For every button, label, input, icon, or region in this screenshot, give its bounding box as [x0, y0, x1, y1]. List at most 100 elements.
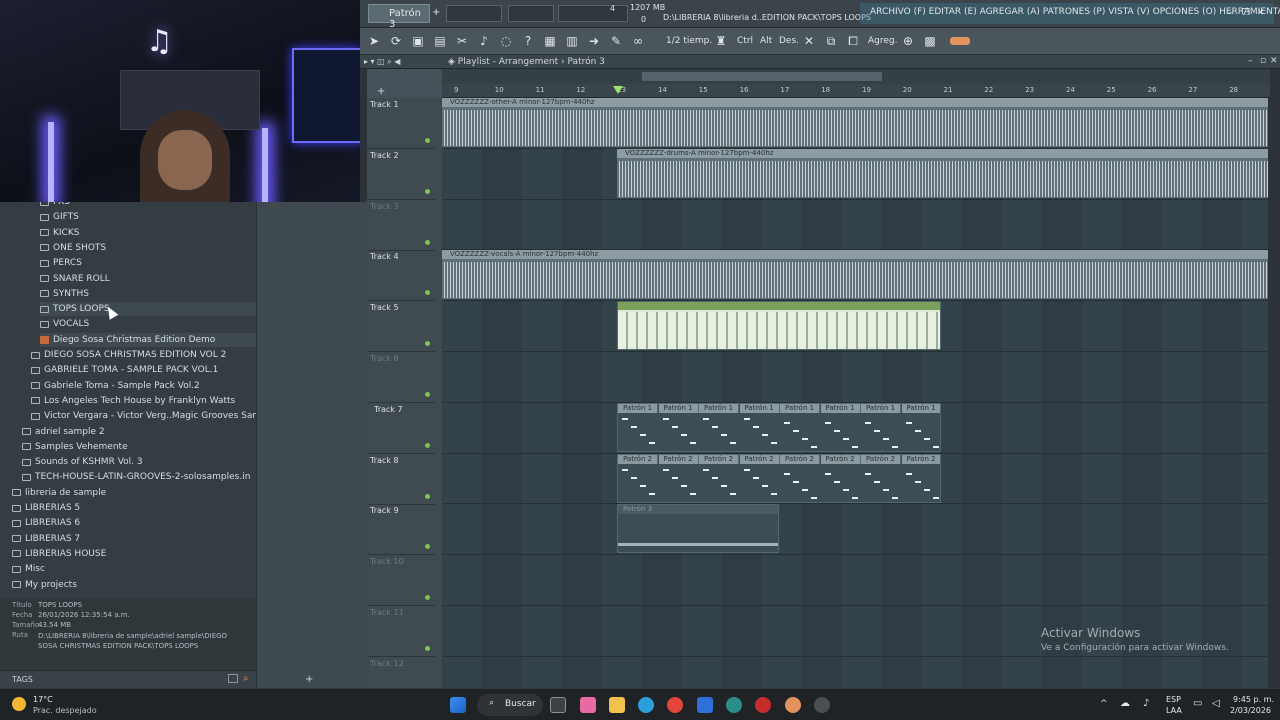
fl-studio-icon[interactable]: [785, 697, 801, 713]
track-header[interactable]: Track 5: [367, 301, 435, 353]
main-menu[interactable]: ARCHIVO (F) EDITAR (E) AGREGAR (A) PATRO…: [870, 7, 1280, 17]
track-header[interactable]: Track 3: [367, 200, 435, 251]
audio-clip[interactable]: VOZZZZZZ-drums-A minor-127bpm-440hz: [617, 149, 1268, 198]
browser-item[interactable]: Samples Vehemente: [22, 440, 128, 454]
browser-item[interactable]: LIBRERIAS 5: [12, 501, 80, 515]
pattern-clip[interactable]: Patrón 1 Patrón 1 Patrón 1 Patrón 1 Patrón 1…: [617, 403, 941, 452]
restore-icon[interactable]: ❐: [1242, 8, 1252, 18]
track-header[interactable]: Track 4: [367, 250, 435, 302]
browser-item[interactable]: SNARE ROLL: [40, 272, 110, 286]
track-header[interactable]: Track 6: [367, 352, 435, 403]
language-region[interactable]: LAA: [1166, 706, 1182, 715]
track-mute-led[interactable]: [425, 290, 430, 296]
horizontal-scrollbar[interactable]: [442, 69, 1270, 84]
playlist-grid[interactable]: VOZZZZZZ-other-A minor-127bpm-440hz VOZZZ…: [442, 98, 1268, 708]
alt-button[interactable]: Alt: [760, 36, 772, 46]
browser-item[interactable]: LIBRERIAS 6: [12, 516, 80, 530]
track-mute-led[interactable]: [425, 493, 430, 499]
mixer-icon[interactable]: ▩: [921, 32, 939, 50]
playhead-marker[interactable]: [613, 86, 623, 94]
loop-icon[interactable]: ⟳: [387, 32, 405, 50]
pattern-clip[interactable]: Patrón 2 Patrón 2 Patrón 2 Patrón 2 Patrón 2…: [617, 454, 941, 503]
clock-date[interactable]: 2/03/2026: [1230, 706, 1271, 715]
save-icon[interactable]: ▣: [409, 32, 427, 50]
track-header[interactable]: Track 11: [367, 606, 435, 657]
master-volume-slider[interactable]: [446, 5, 502, 22]
browser-item[interactable]: DIEGO SOSA CHRISTMAS EDITION VOL 2: [31, 348, 226, 362]
browser-item[interactable]: Misc: [12, 562, 45, 576]
chat-icon[interactable]: ◌: [497, 32, 515, 50]
file-explorer-icon[interactable]: [609, 697, 625, 713]
help-icon[interactable]: ?: [519, 32, 537, 50]
browser-item[interactable]: LIBRERIAS HOUSE: [12, 547, 106, 561]
app-icon[interactable]: [580, 697, 596, 713]
app-icon[interactable]: [755, 697, 771, 713]
save-as-icon[interactable]: ▤: [431, 32, 449, 50]
channel-rack-icon[interactable]: ▦: [541, 32, 559, 50]
delete-icon[interactable]: ✕: [800, 32, 818, 50]
track-header[interactable]: Track 8: [367, 454, 435, 505]
search-icon[interactable]: ⌕: [243, 673, 249, 684]
ctrl-button[interactable]: Ctrl: [737, 36, 753, 46]
close-icon[interactable]: ✕: [1257, 8, 1267, 18]
task-view-icon[interactable]: [550, 697, 566, 713]
browser-item[interactable]: ONE SHOTS: [40, 241, 106, 255]
network-icon[interactable]: ▭: [1193, 698, 1202, 709]
browser-item[interactable]: TECH-HOUSE-LATIN-GROOVES-2-solosamples.i…: [22, 470, 250, 484]
browser-item[interactable]: libreria de sample: [12, 486, 106, 500]
next-icon[interactable]: ➜: [585, 32, 603, 50]
edge-icon[interactable]: [638, 697, 654, 713]
add-pattern-icon[interactable]: +: [432, 7, 440, 18]
browser-item[interactable]: Diego Sosa Christmas Edition Demo: [40, 332, 256, 347]
taskbar-search[interactable]: ⌕ Buscar: [477, 694, 543, 716]
track-header[interactable]: Track 2: [367, 149, 435, 200]
browser-item[interactable]: PERCS: [40, 256, 82, 270]
clock-time[interactable]: 9:45 p. m.: [1233, 695, 1274, 704]
track-mute-led[interactable]: [425, 646, 430, 651]
pattern-clip[interactable]: [617, 301, 941, 350]
track-mute-led[interactable]: [425, 595, 430, 601]
add-track-icon[interactable]: +: [377, 86, 385, 97]
cloud-icon[interactable]: ☁: [1120, 698, 1130, 709]
app-icon[interactable]: [726, 697, 742, 713]
browser-item[interactable]: Gabriele Toma - Sample Pack Vol.2: [31, 379, 200, 393]
arrow-icon[interactable]: ➤: [365, 32, 383, 50]
microphone-icon[interactable]: ♪: [475, 32, 493, 50]
track-header[interactable]: Track 1: [367, 98, 435, 149]
browser-item[interactable]: My projects: [12, 578, 77, 592]
weather-icon[interactable]: [12, 697, 26, 711]
browser-item[interactable]: Sounds of KSHMR Vol. 3: [22, 455, 143, 469]
browser-item[interactable]: TOPS LOOPS: [40, 302, 256, 317]
browser-item[interactable]: Victor Vergara - Victor Verg..Magic Groo…: [31, 409, 256, 423]
des-button[interactable]: Des.: [779, 36, 799, 46]
track-header[interactable]: Track 10: [367, 555, 435, 607]
tuner-icon[interactable]: ⊕: [899, 32, 917, 50]
track-mute-led[interactable]: [425, 138, 430, 143]
browser-item[interactable]: FX3: [40, 202, 70, 209]
scrollbar-thumb[interactable]: [642, 72, 882, 81]
add-button[interactable]: Agreg.: [868, 36, 897, 46]
store-icon[interactable]: [697, 697, 713, 713]
audio-clip[interactable]: VOZZZZZZ-vocals-A minor-127bpm-440hz: [442, 250, 1268, 299]
browser-item[interactable]: Los Angeles Tech House by Franklyn Watts: [31, 394, 235, 408]
stamp-icon[interactable]: ♜: [712, 32, 730, 50]
track-mute-led[interactable]: [425, 341, 430, 347]
snap-selector[interactable]: 1/2 tiemp.: [666, 36, 712, 46]
link-icon[interactable]: ∞: [629, 32, 647, 50]
playlist-minimize-icon[interactable]: –: [1248, 56, 1253, 66]
folder-icon[interactable]: [228, 674, 238, 683]
timeline-ruler[interactable]: 9 10 11 12 13 14 15 16 17 18 19 20 21 22 23 24 25 26 27 28: [442, 84, 1270, 98]
brush-icon[interactable]: ✎: [607, 32, 625, 50]
playlist-close-icon[interactable]: ✕: [1270, 56, 1278, 66]
track-header[interactable]: Track 7: [367, 403, 435, 454]
browser-item[interactable]: GIFTS: [40, 210, 79, 224]
app-icon[interactable]: [814, 697, 830, 713]
browser-item[interactable]: adriel sample 2: [22, 425, 105, 439]
browser-item[interactable]: VOCALS: [40, 317, 89, 331]
playlist-maximize-icon[interactable]: ▫: [1260, 56, 1266, 66]
master-pitch-slider[interactable]: [508, 5, 554, 22]
browser-item[interactable]: KICKS: [40, 226, 79, 240]
track-mute-led[interactable]: [425, 239, 430, 245]
windows-start-icon[interactable]: [450, 697, 466, 713]
playlist-tools-icon[interactable]: ▸ ▾ ◫ ⌕ ◀: [364, 57, 400, 67]
